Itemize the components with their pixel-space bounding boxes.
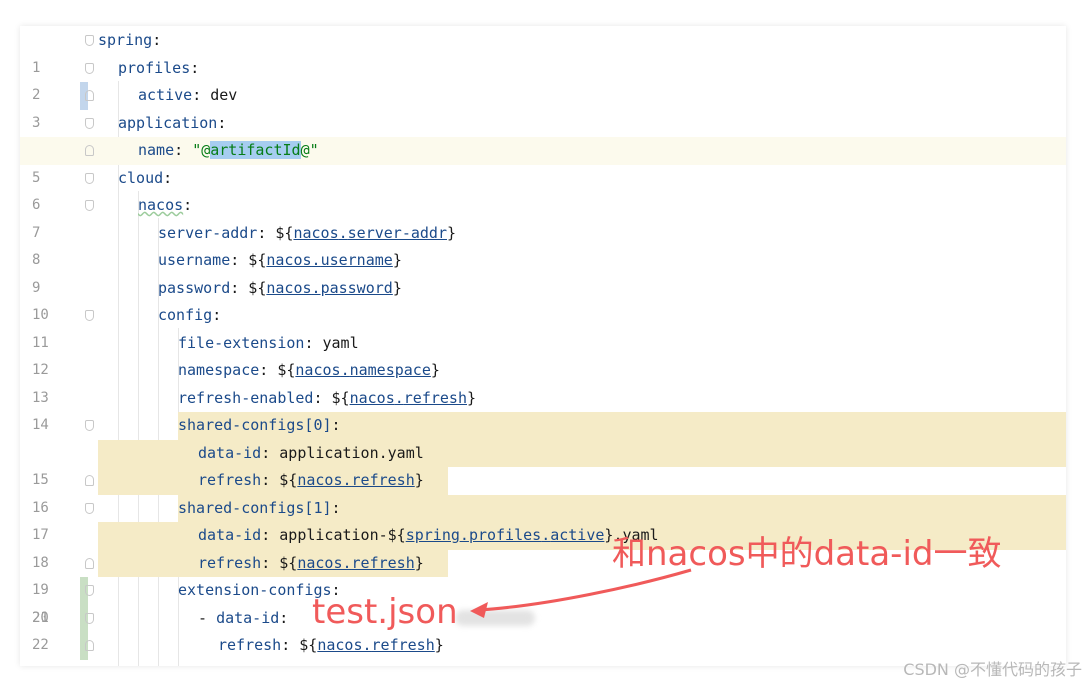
annotation-arrow [470,568,692,618]
code-line[interactable]: 2 profiles: [20,55,1066,104]
fold-end-icon[interactable] [85,90,94,101]
code-line[interactable]: 6 cloud: [20,165,1066,214]
annotation-value: test.json [312,592,458,632]
code-line-current[interactable]: 5 name: "@artifactId@" [20,137,1066,186]
fold-icon[interactable] [85,585,94,596]
code-line[interactable]: 10 password: ${nacos.password} [20,275,1066,324]
fold-icon[interactable] [85,200,94,211]
fold-icon[interactable] [85,172,94,184]
fold-end-icon[interactable] [85,557,94,569]
code-line[interactable]: 8 server-addr: ${nacos.server-addr} [20,220,1066,269]
code-line[interactable]: 3 active: dev [20,82,1066,131]
fold-icon[interactable] [85,35,94,46]
code-line[interactable]: 4 application: [20,110,1066,159]
code-line[interactable]: 15 shared-configs[0]: [20,412,1066,488]
fold-icon[interactable] [85,310,94,321]
fold-icon[interactable] [85,117,94,129]
fold-end-icon[interactable] [85,145,94,156]
code-line[interactable]: 18 shared-configs[1]: [20,494,1066,571]
code-line[interactable]: 14 refresh-enabled: ${nacos.refresh} [20,385,1066,434]
selected-text[interactable]: artifactId [210,141,301,159]
code-line[interactable]: 12 file-extension: yaml [20,330,1066,379]
watermark: CSDN @不懂代码的孩子 [903,660,1082,679]
fold-icon[interactable] [85,612,94,624]
code-line[interactable]: 17 refresh: ${nacos.refresh} [20,467,1066,543]
code-line[interactable]: 1 spring: [20,27,1066,76]
code-line[interactable]: 9 username: ${nacos.username} [20,247,1066,296]
fold-icon[interactable] [85,62,94,74]
code-line[interactable]: 11 config: [20,302,1066,351]
code-line[interactable]: 13 namespace: ${nacos.namespace} [20,357,1066,406]
fold-icon[interactable] [85,502,94,514]
code-line[interactable]: 7 nacos: [20,192,1066,241]
fold-end-icon[interactable] [85,640,94,651]
fold-icon[interactable] [85,420,94,431]
code-line[interactable]: 16 data-id: application.yaml [20,439,1066,516]
fold-end-icon[interactable] [85,475,94,486]
line-number: 23 [20,660,64,667]
